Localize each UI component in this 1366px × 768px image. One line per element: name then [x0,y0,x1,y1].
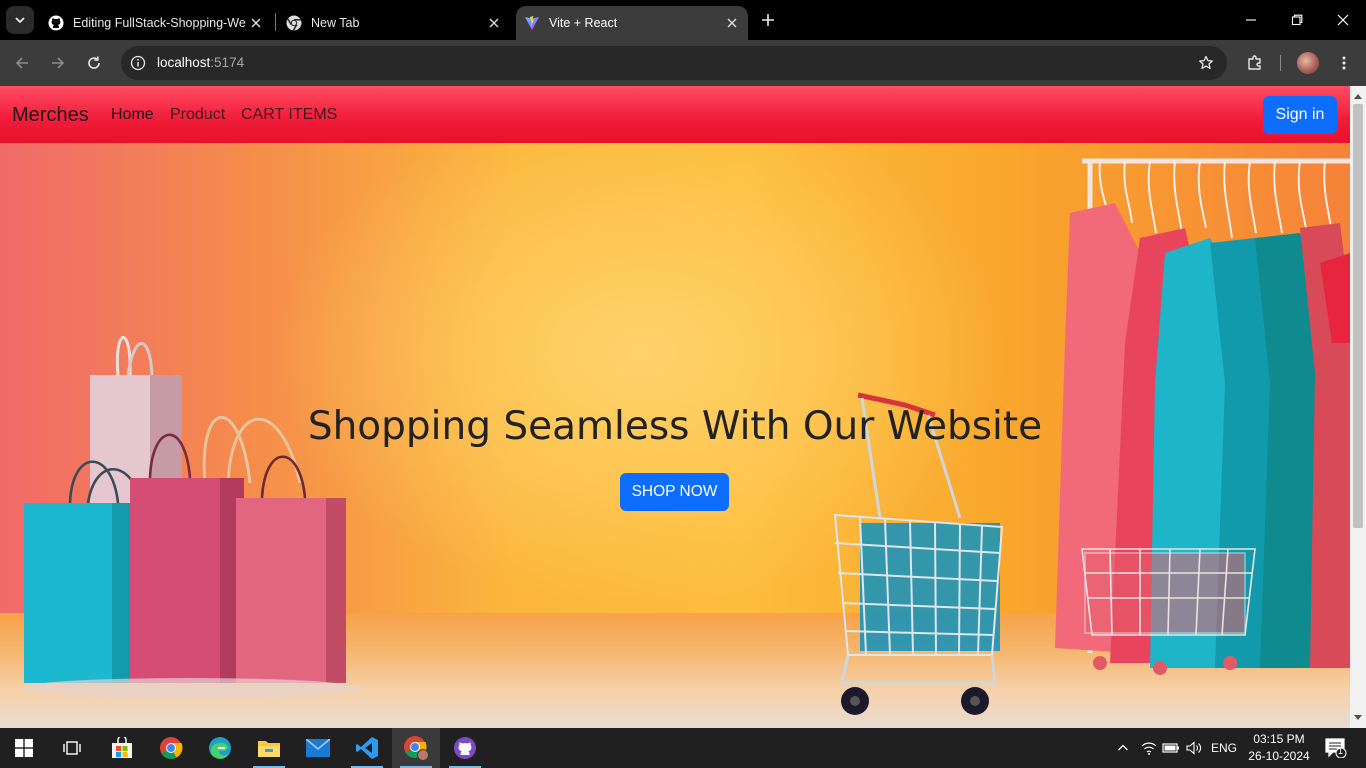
taskbar-clock[interactable]: 03:15 PM 26-10-2024 [1244,731,1314,765]
arrow-right-icon [52,57,65,69]
tab-title: Editing FullStack-Shopping-Web [73,16,246,30]
tab-new-tab[interactable]: New Tab [278,6,510,40]
notifications-button[interactable]: 1 [1320,728,1352,768]
close-window-button[interactable] [1320,0,1366,40]
plus-icon [762,14,774,26]
bookmark-star-icon[interactable] [1197,54,1215,72]
taskbar-store[interactable] [98,728,146,768]
edge-icon [209,737,231,759]
network-tray-icon[interactable] [1138,728,1160,768]
reload-icon [88,56,100,69]
extensions-button[interactable] [1243,51,1267,75]
chrome-profile-icon [404,736,429,761]
chrome-icon [286,15,302,31]
vite-icon [525,16,539,30]
forward-button[interactable] [44,49,72,77]
folder-icon [258,741,280,757]
mail-icon [306,739,330,757]
show-hidden-icons-button[interactable] [1112,728,1134,768]
restore-button[interactable] [1274,0,1320,40]
taskbar-vscode[interactable] [343,728,391,768]
chrome-menu-button[interactable] [1332,51,1356,75]
new-tab-button[interactable] [757,9,779,31]
brand-logo[interactable]: Merches [12,104,89,127]
url-text[interactable]: localhost:5174 [157,55,244,70]
notification-icon [1325,738,1347,758]
url-host: localhost [157,55,211,70]
chrome-icon [160,737,183,759]
notification-count: 1 [1338,746,1344,756]
battery-icon [1162,743,1179,753]
minimize-icon [1246,19,1256,21]
browser-toolbar: localhost:5174 [0,40,1366,86]
nav-link-cart-items[interactable]: CART ITEMS [241,106,337,124]
hero-title: Shopping Seamless With Our Website [307,404,1043,449]
toolbar-divider [1280,55,1281,71]
windows-logo-icon [15,739,33,757]
taskbar-chrome-active[interactable] [392,728,440,768]
nav-link-product[interactable]: Product [170,106,225,124]
taskbar-mail[interactable] [294,728,342,768]
more-vertical-icon [1342,56,1346,70]
github-icon [48,15,64,31]
task-view-button[interactable] [48,728,96,768]
minimize-button[interactable] [1228,0,1274,40]
profile-avatar[interactable] [1297,52,1319,74]
shopping-bags-illustration [20,336,360,698]
puzzle-icon [1248,55,1261,70]
microsoft-store-icon [112,737,132,758]
github-desktop-icon [454,737,476,759]
clock-time: 03:15 PM [1253,732,1305,746]
close-tab-icon[interactable] [246,13,266,33]
close-tab-icon[interactable] [722,13,742,33]
page-viewport: Merches Home Product CART ITEMS Sign in [0,86,1350,728]
tab-title: Vite + React [549,16,618,30]
url-port: :5174 [210,55,245,70]
scroll-up-icon[interactable] [1350,88,1366,104]
arrow-left-icon [15,57,28,69]
wifi-icon [1141,742,1157,755]
back-button[interactable] [8,49,36,77]
address-bar[interactable]: localhost:5174 [121,46,1227,80]
browser-tab-strip: Editing FullStack-Shopping-Web New Tab V… [0,0,1366,40]
chevron-up-icon [1118,744,1128,751]
sign-in-button[interactable]: Sign in [1263,96,1337,134]
windows-taskbar: ENG 03:15 PM 26-10-2024 1 [0,728,1366,768]
battery-tray-icon[interactable] [1160,728,1182,768]
taskbar-edge[interactable] [196,728,244,768]
clock-date: 26-10-2024 [1248,749,1310,763]
chevron-down-icon [15,17,25,24]
scroll-thumb[interactable] [1353,104,1363,528]
vscode-icon [356,737,378,759]
close-tab-icon[interactable] [484,13,504,33]
task-view-icon [63,741,81,755]
tab-search-button[interactable] [6,6,34,34]
taskbar-file-explorer[interactable] [245,728,293,768]
speaker-icon [1186,741,1201,755]
restore-icon [1291,14,1303,26]
scroll-down-icon[interactable] [1350,710,1366,726]
language-indicator[interactable]: ENG [1208,728,1240,768]
tab-title: New Tab [311,16,360,30]
start-button[interactable] [0,728,48,768]
taskbar-chrome[interactable] [147,728,195,768]
hero-banner: Shopping Seamless With Our Website SHOP … [0,143,1350,728]
tab-github[interactable]: Editing FullStack-Shopping-Web [40,6,272,40]
shop-now-button[interactable]: SHOP NOW [620,473,729,511]
nav-link-home[interactable]: Home [111,106,154,124]
close-icon [1337,14,1349,26]
screen: Editing FullStack-Shopping-Web New Tab V… [0,0,1366,768]
site-info-icon[interactable] [129,54,147,72]
tab-vite-react[interactable]: Vite + React [516,6,748,40]
taskbar-github-desktop[interactable] [441,728,489,768]
page-scrollbar[interactable] [1350,86,1366,728]
reload-button[interactable] [80,49,108,77]
tab-separator [275,13,276,31]
site-navbar: Merches Home Product CART ITEMS Sign in [0,86,1350,143]
volume-tray-icon[interactable] [1183,728,1205,768]
